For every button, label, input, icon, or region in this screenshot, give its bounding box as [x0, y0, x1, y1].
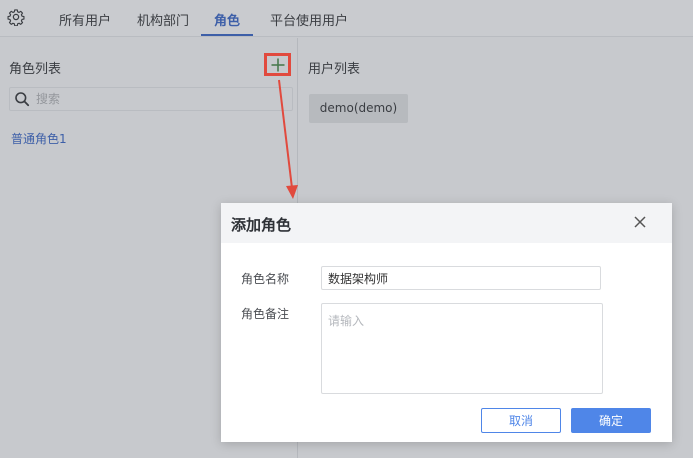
- tab-roles[interactable]: 角色: [214, 10, 240, 29]
- close-icon[interactable]: [633, 215, 647, 229]
- plus-icon: [271, 58, 285, 72]
- cancel-button[interactable]: 取消: [481, 408, 561, 433]
- gear-icon[interactable]: [7, 8, 25, 26]
- user-list-title: 用户列表: [308, 62, 361, 77]
- user-chip[interactable]: demo(demo): [309, 94, 408, 123]
- role-name-input[interactable]: [321, 266, 601, 290]
- role-name-label: 角色名称: [241, 272, 290, 286]
- role-remark-label: 角色备注: [241, 307, 290, 321]
- role-search-box: [9, 87, 293, 111]
- active-tab-indicator: [201, 34, 253, 36]
- add-role-button[interactable]: [264, 53, 291, 76]
- top-nav-bar: 所有用户 机构部门 角色 平台使用用户: [0, 0, 693, 37]
- confirm-button[interactable]: 确定: [571, 408, 651, 433]
- search-icon: [15, 92, 30, 107]
- tab-departments[interactable]: 机构部门: [137, 10, 189, 29]
- add-role-dialog: 添加角色 角色名称 角色备注 取消 确定: [221, 203, 672, 442]
- dialog-title: 添加角色: [231, 216, 292, 234]
- tab-platform-users[interactable]: 平台使用用户: [270, 10, 348, 29]
- role-remark-textarea[interactable]: [321, 303, 603, 394]
- dialog-header: 添加角色: [221, 203, 672, 243]
- role-list-item[interactable]: 普通角色1: [11, 130, 67, 147]
- role-search-input[interactable]: [36, 90, 286, 108]
- role-list-title: 角色列表: [9, 62, 62, 77]
- tab-all-users[interactable]: 所有用户: [59, 10, 111, 29]
